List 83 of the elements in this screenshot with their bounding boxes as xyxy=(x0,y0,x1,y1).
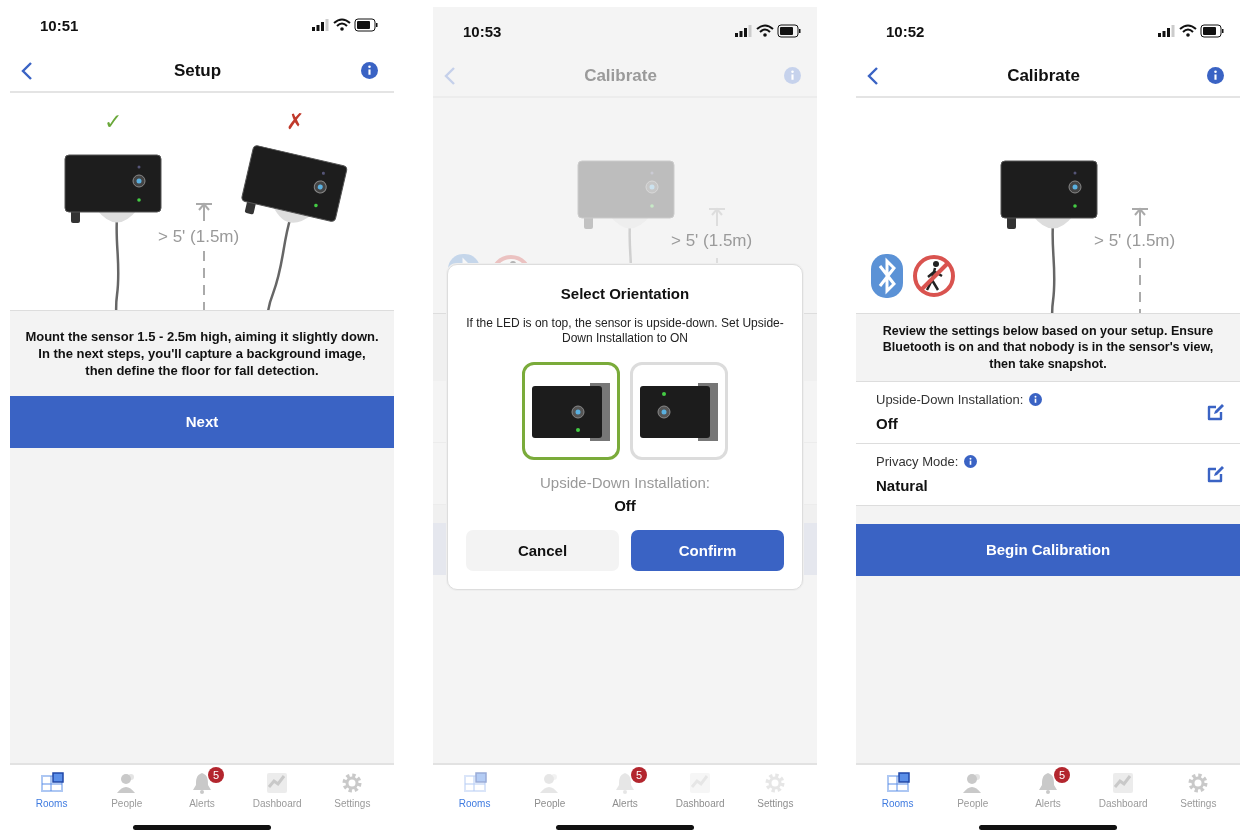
tab[interactable]: Dashboard xyxy=(242,771,313,809)
setting-row[interactable]: Upside-Down Installation: Off xyxy=(856,380,1240,443)
wifi-icon xyxy=(756,24,774,37)
tab[interactable]: Dashboard xyxy=(1088,771,1159,809)
battery-icon xyxy=(1200,24,1224,38)
tab-label: Rooms xyxy=(458,798,491,809)
info-icon[interactable] xyxy=(361,62,378,79)
tab-label: Alerts xyxy=(1035,798,1061,809)
tab-label: Rooms xyxy=(35,798,68,809)
alert-count-badge: 5 xyxy=(207,767,224,783)
alert-count-badge: 5 xyxy=(630,767,647,783)
instruction-text: Review the settings below based on your setup. Ensure Bluetooth is on and that nobody is in the sensor's view, then take snapshot. xyxy=(881,323,1215,373)
tab-label: Settings xyxy=(757,798,794,809)
tab-label: People xyxy=(957,798,989,809)
battery-icon xyxy=(777,24,801,38)
rooms-grid-icon xyxy=(39,771,64,795)
tab-label: Alerts xyxy=(612,798,638,809)
screen-title: Setup xyxy=(173,60,222,81)
setting-label: Upside-Down Installation: xyxy=(876,392,1024,408)
height-label: > 5' (1.5m) xyxy=(1094,231,1176,251)
tab[interactable]: Rooms xyxy=(862,771,933,809)
back-chevron-icon[interactable] xyxy=(866,65,880,86)
tab-label: Dashboard xyxy=(252,798,302,809)
status-time: 10:52 xyxy=(886,22,925,40)
setting-value: Natural xyxy=(876,477,929,495)
correct-mark: ✓ xyxy=(104,109,122,135)
tab[interactable]: Settings xyxy=(317,771,388,809)
primary-button[interactable]: Begin Calibration xyxy=(856,523,1240,576)
tab[interactable]: Rooms xyxy=(439,771,510,809)
no-walking-icon xyxy=(913,255,955,297)
tab-label: Settings xyxy=(1180,798,1217,809)
wifi-icon xyxy=(333,18,351,31)
rooms-grid-icon xyxy=(462,771,487,795)
orientation-option[interactable] xyxy=(522,362,620,460)
tab[interactable]: Settings xyxy=(1163,771,1234,809)
instruction-text: Mount the sensor 1.5 - 2.5m high, aiming it slightly down. In the next steps, you'll capture a background image, then define the floor for fall detection. xyxy=(24,328,380,380)
status-time: 10:53 xyxy=(463,22,502,40)
setting-row[interactable]: Privacy Mode: Natural xyxy=(856,442,1240,505)
signal-icon xyxy=(312,19,329,31)
tab-label: Dashboard xyxy=(675,798,725,809)
setting-value: Off xyxy=(614,497,636,514)
back-chevron-icon[interactable] xyxy=(20,60,34,81)
tab-label: Rooms xyxy=(881,798,914,809)
wifi-icon xyxy=(1179,24,1197,37)
height-label: > 5' (1.5m) xyxy=(158,227,240,247)
tab-label: Settings xyxy=(334,798,371,809)
tab-label: People xyxy=(534,798,566,809)
setting-label: Privacy Mode: xyxy=(876,454,959,470)
tab[interactable]: Dashboard xyxy=(665,771,736,809)
tab[interactable]: People xyxy=(91,771,162,809)
screen-title: Calibrate xyxy=(584,65,657,86)
status-time: 10:51 xyxy=(40,16,79,34)
tab-label: Alerts xyxy=(189,798,215,809)
tab-label: Dashboard xyxy=(1098,798,1148,809)
line-chart-icon xyxy=(1111,771,1136,795)
info-icon[interactable] xyxy=(1029,393,1043,407)
alert-count-badge: 5 xyxy=(1053,767,1070,783)
tab[interactable]: Rooms xyxy=(16,771,87,809)
rooms-grid-icon xyxy=(885,771,910,795)
wrong-mark: ✗ xyxy=(286,109,304,135)
dialog-title: Select Orientation xyxy=(560,285,690,302)
setting-value: Off xyxy=(876,415,899,433)
edit-icon[interactable] xyxy=(1206,464,1226,485)
bluetooth-icon xyxy=(871,254,903,298)
cancel-button[interactable]: Cancel xyxy=(466,530,619,571)
tab[interactable]: People xyxy=(937,771,1008,809)
info-icon[interactable] xyxy=(1207,67,1224,84)
edit-icon[interactable] xyxy=(1206,402,1226,423)
dialog-text: If the LED is on top, the sensor is upside-down. Set Upside-Down Installation to ON xyxy=(466,316,784,346)
tab[interactable]: Settings xyxy=(740,771,811,809)
line-chart-icon xyxy=(688,771,713,795)
primary-button[interactable]: Next xyxy=(10,395,394,448)
tab[interactable]: People xyxy=(514,771,585,809)
signal-icon xyxy=(735,25,752,37)
info-icon[interactable] xyxy=(964,455,978,469)
battery-icon xyxy=(354,18,378,32)
setting-label: Upside-Down Installation: xyxy=(539,474,711,491)
signal-icon xyxy=(1158,25,1175,37)
height-label: > 5' (1.5m) xyxy=(671,231,753,251)
tab-label: People xyxy=(111,798,143,809)
screen-title: Calibrate xyxy=(1007,65,1080,86)
confirm-button[interactable]: Confirm xyxy=(631,530,784,571)
line-chart-icon xyxy=(265,771,290,795)
